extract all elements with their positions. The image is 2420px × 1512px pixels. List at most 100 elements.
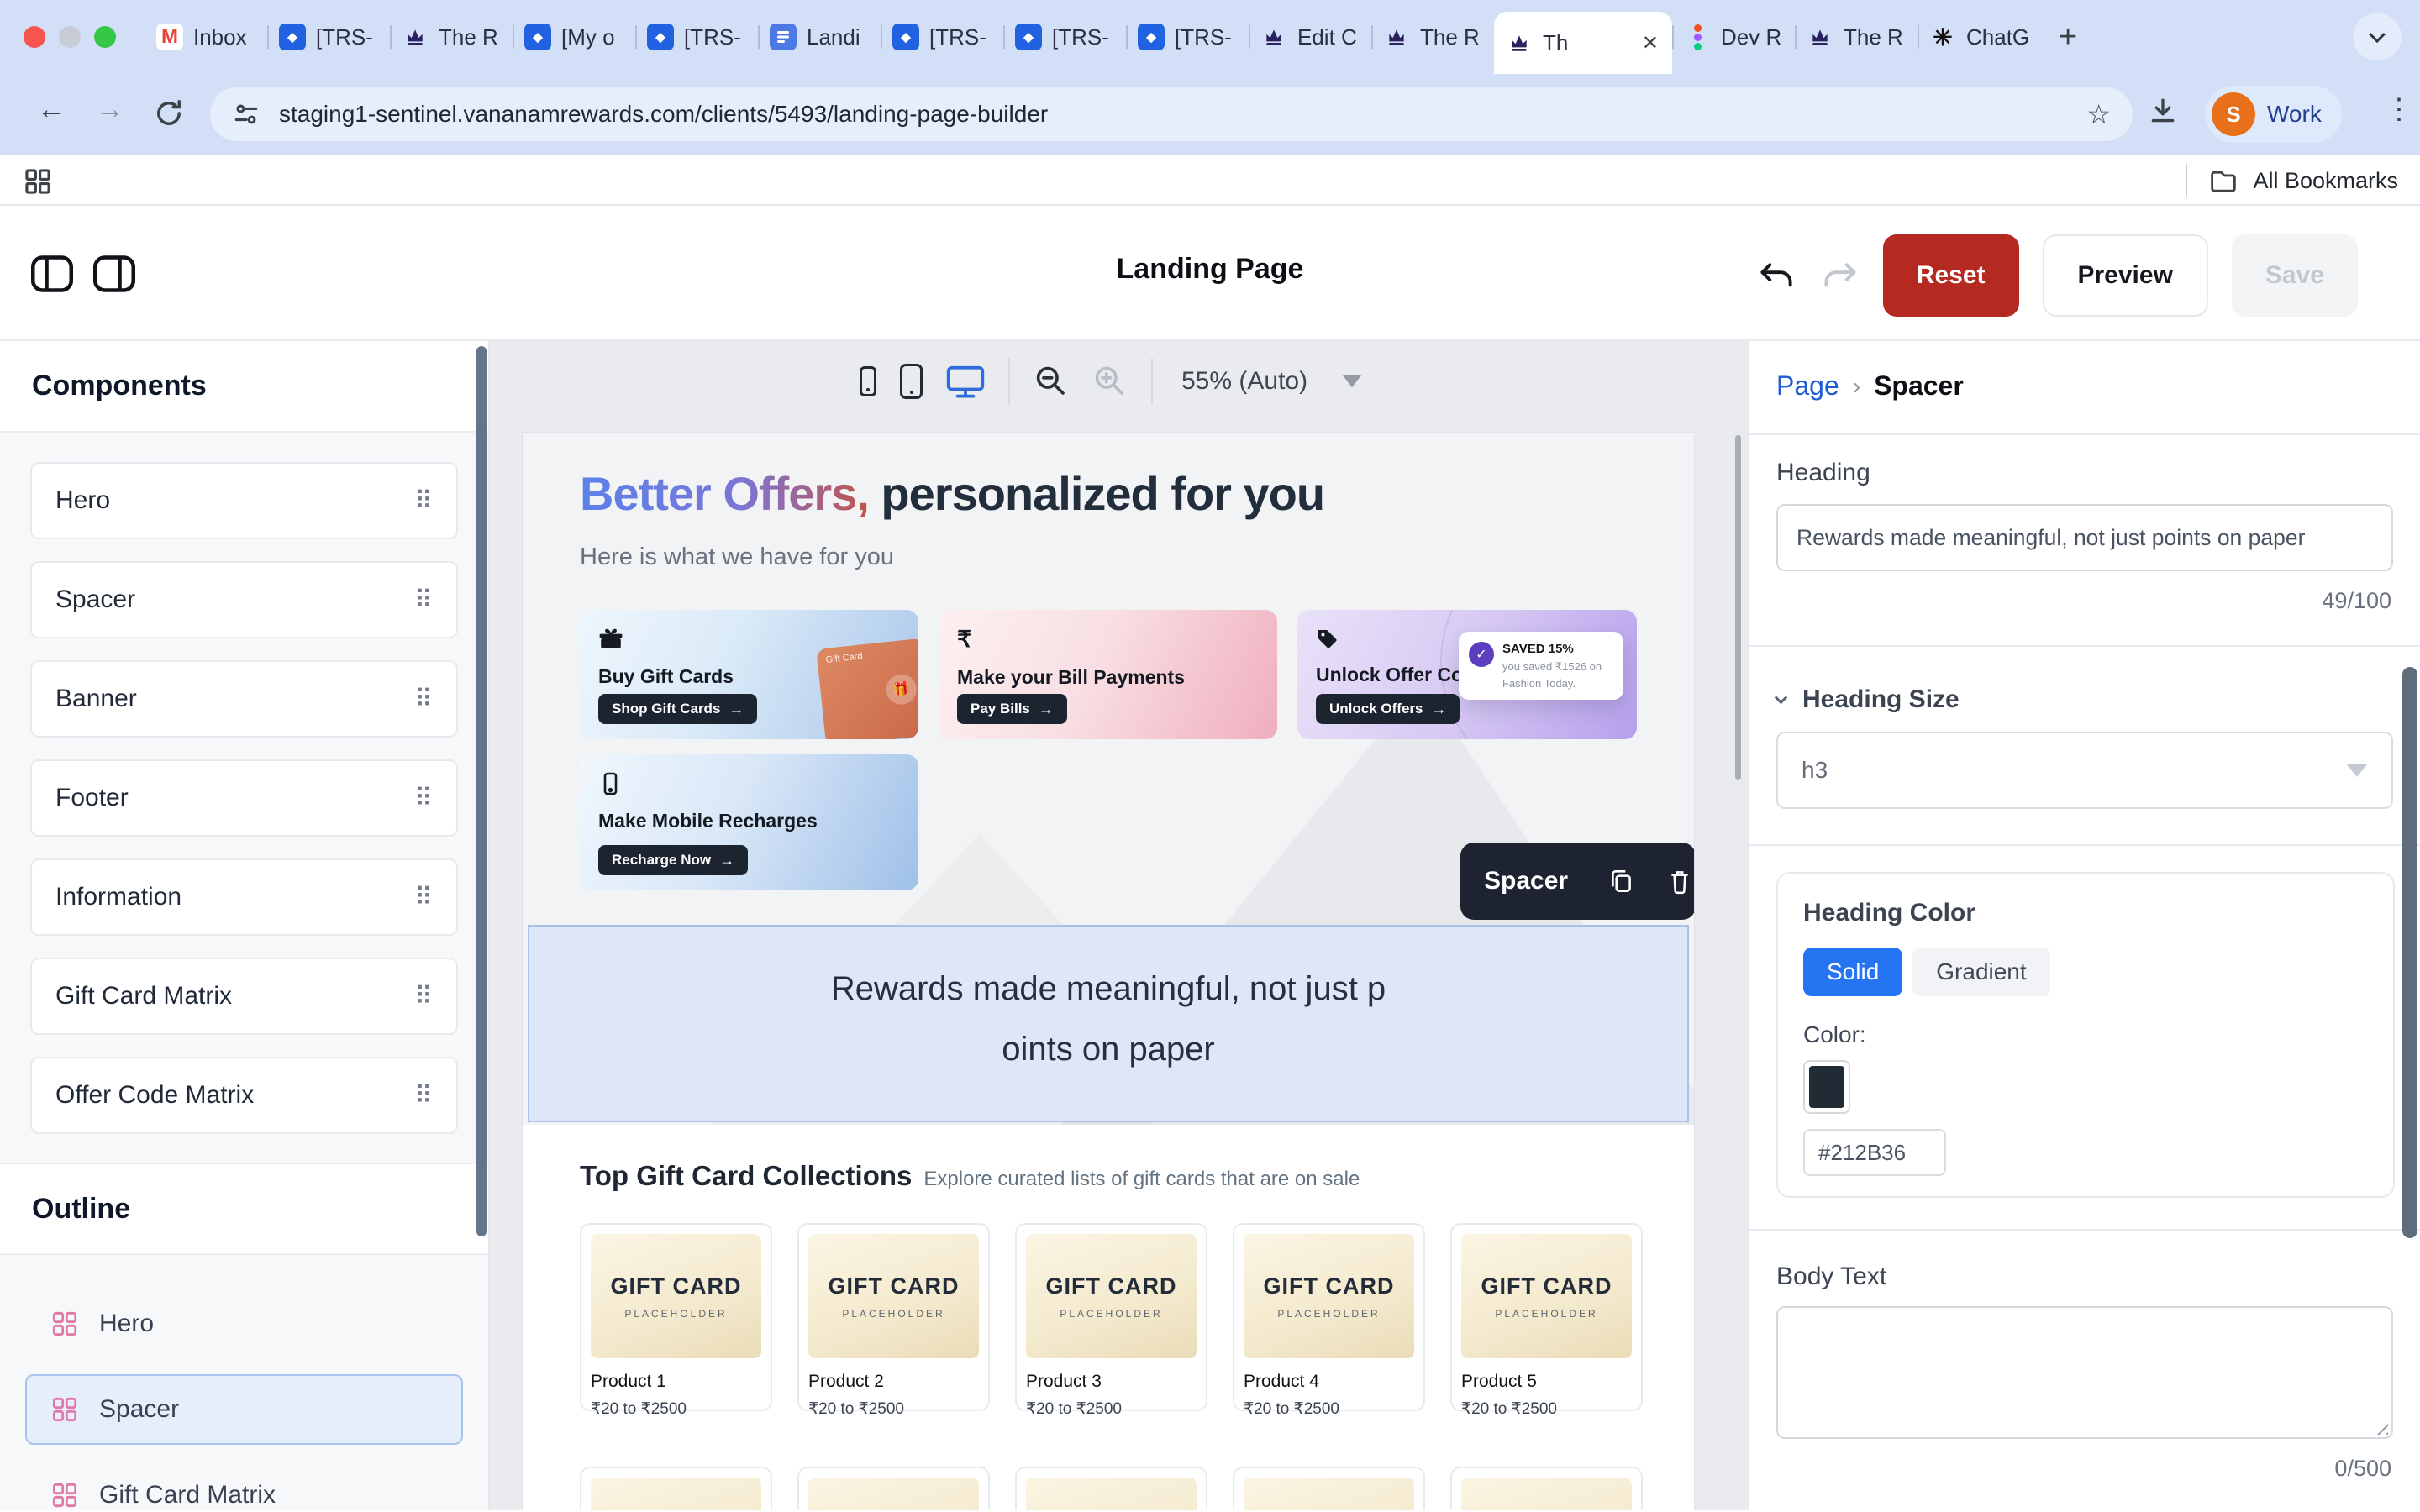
component-offer-code-matrix[interactable]: Offer Code Matrix ⠿ — [30, 1057, 458, 1134]
color-swatch[interactable] — [1803, 1060, 1850, 1114]
tab-label: [TRS- — [316, 24, 378, 50]
duplicate-icon[interactable] — [1591, 867, 1650, 895]
url-text[interactable]: staging1-sentinel.vananamrewards.com/cli… — [279, 101, 2086, 128]
tab-jira[interactable]: ◆ [TRS- — [1003, 0, 1126, 74]
back-button[interactable]: ← — [37, 93, 66, 126]
url-bar[interactable]: staging1-sentinel.vananamrewards.com/cli… — [210, 87, 2133, 141]
component-footer[interactable]: Footer ⠿ — [30, 759, 458, 837]
gradient-mode-button[interactable]: Gradient — [1912, 948, 2049, 996]
tab-rewards[interactable]: The R — [390, 0, 513, 74]
component-gift-card-matrix[interactable]: Gift Card Matrix ⠿ — [30, 958, 458, 1035]
sidebar-scrollbar[interactable] — [476, 346, 487, 1236]
tab-inbox[interactable]: M Inbox — [145, 0, 267, 74]
spacer-block-selected[interactable]: Rewards made meaningful, not just p oint… — [528, 925, 1689, 1122]
component-hero[interactable]: Hero ⠿ — [30, 462, 458, 539]
delete-icon[interactable] — [1650, 867, 1694, 895]
zoom-out-icon[interactable] — [1034, 364, 1069, 399]
body-text-input[interactable] — [1776, 1306, 2393, 1439]
tab-rewards[interactable]: The R — [1371, 0, 1494, 74]
mobile-view-icon[interactable] — [860, 366, 876, 396]
tune-icon[interactable] — [232, 100, 260, 129]
outline-item-gift-card-matrix[interactable]: Gift Card Matrix — [25, 1460, 463, 1512]
new-tab-button[interactable]: + — [2059, 19, 2077, 55]
bookmark-star-icon[interactable]: ☆ — [2086, 98, 2111, 130]
tab-landing[interactable]: Landi — [758, 0, 881, 74]
drag-handle-icon[interactable]: ⠿ — [414, 1081, 433, 1110]
profile-button[interactable]: S Work — [2205, 86, 2342, 143]
desktop-view-icon[interactable] — [946, 364, 985, 399]
tab-jira[interactable]: ◆ [TRS- — [881, 0, 1003, 74]
action-card-gift-cards[interactable]: Buy Gift Cards Gift Card 🎁 Shop Gift Car… — [580, 610, 918, 739]
minimize-window-button[interactable] — [59, 26, 81, 48]
heading-input[interactable] — [1776, 504, 2393, 571]
drag-handle-icon[interactable]: ⠿ — [414, 784, 433, 813]
breadcrumb-page-link[interactable]: Page — [1776, 370, 1839, 402]
hex-color-input[interactable] — [1803, 1129, 1946, 1176]
redo-icon[interactable] — [1821, 259, 1860, 292]
drag-handle-icon[interactable]: ⠿ — [414, 883, 433, 912]
reload-button[interactable] — [153, 97, 185, 129]
outline-item-spacer[interactable]: Spacer — [25, 1374, 463, 1445]
drag-handle-icon[interactable]: ⠿ — [414, 585, 433, 615]
save-button[interactable]: Save — [2232, 234, 2358, 317]
browser-toolbar: ← → staging1-sentinel.vananamrewards.com… — [0, 74, 2420, 155]
outline-item-hero[interactable]: Hero — [25, 1289, 463, 1359]
all-bookmarks-label[interactable]: All Bookmarks — [2253, 168, 2398, 194]
gift-card-product[interactable]: GIFT CARDPLACEHOLDER Product 1 ₹20 to ₹2… — [580, 1223, 772, 1411]
tab-figma[interactable]: Dev R — [1672, 0, 1795, 74]
undo-icon[interactable] — [1757, 259, 1796, 292]
zoom-dropdown-icon[interactable] — [1343, 375, 1361, 387]
apps-grid-icon[interactable] — [24, 167, 52, 196]
tab-label: [TRS- — [684, 24, 746, 50]
drag-handle-icon[interactable]: ⠿ — [414, 685, 433, 714]
zoom-in-icon[interactable] — [1092, 364, 1128, 399]
tab-jira[interactable]: ◆ [TRS- — [267, 0, 390, 74]
tab-active[interactable]: Th ✕ — [1494, 12, 1672, 74]
drag-handle-icon[interactable]: ⠿ — [414, 486, 433, 516]
window-scrollbar[interactable] — [2402, 667, 2417, 1238]
action-card-mobile-recharges[interactable]: Make Mobile Recharges Recharge Now→ — [580, 754, 918, 890]
gift-card-product[interactable]: GIFT CARDPLACEHOLDER Product 2 ₹20 to ₹2… — [797, 1223, 990, 1411]
gift-card-product[interactable]: GIFT CARDPLACEHOLDER Product 5 ₹20 to ₹2… — [1450, 1223, 1643, 1411]
canvas-scrollbar[interactable] — [1735, 435, 1741, 780]
download-icon[interactable] — [2148, 96, 2178, 126]
unlock-offers-button[interactable]: Unlock Offers→ — [1316, 694, 1460, 724]
recharge-now-button[interactable]: Recharge Now→ — [598, 845, 748, 875]
gift-card-product[interactable]: GIFT CARDPLACEHOLDER Product 4 ₹20 to ₹2… — [1233, 1223, 1425, 1411]
shop-gift-cards-button[interactable]: Shop Gift Cards→ — [598, 694, 757, 724]
tab-chatgpt[interactable]: ✳ ChatG — [1918, 0, 2040, 74]
gift-card-product[interactable]: GIFT CARDPLACEHOLDER Product 3 ₹20 to ₹2… — [1015, 1223, 1207, 1411]
tab-search-button[interactable] — [2353, 13, 2402, 60]
divider — [1749, 645, 2420, 647]
action-card-bill-payments[interactable]: ₹ Make your Bill Payments Pay Bills→ — [939, 610, 1277, 739]
tab-jira[interactable]: ◆ [My o — [513, 0, 635, 74]
window-controls[interactable] — [24, 26, 116, 48]
tab-edit[interactable]: Edit C — [1249, 0, 1371, 74]
close-tab-icon[interactable]: ✕ — [1640, 31, 1660, 55]
component-spacer[interactable]: Spacer ⠿ — [30, 561, 458, 638]
zoom-window-button[interactable] — [94, 26, 116, 48]
gift-card-product-partial[interactable] — [580, 1467, 772, 1510]
tablet-view-icon[interactable] — [900, 364, 923, 399]
forward-button[interactable]: → — [96, 93, 124, 126]
close-window-button[interactable] — [24, 26, 45, 48]
zoom-level-label[interactable]: 55% (Auto) — [1181, 367, 1307, 396]
gift-card-product-partial[interactable] — [1015, 1467, 1207, 1510]
action-card-offer-codes[interactable]: Unlock Offer Codes ✓ SAVED 15% you saved… — [1297, 610, 1637, 739]
heading-size-select[interactable]: h3 — [1776, 732, 2393, 809]
tab-jira[interactable]: ◆ [TRS- — [635, 0, 758, 74]
tab-rewards[interactable]: The R — [1795, 0, 1918, 74]
browser-menu-icon[interactable]: ⋮ — [2385, 92, 2413, 126]
solid-mode-button[interactable]: Solid — [1803, 948, 1902, 996]
reset-button[interactable]: Reset — [1883, 234, 2019, 317]
component-information[interactable]: Information ⠿ — [30, 858, 458, 936]
preview-button[interactable]: Preview — [2043, 234, 2208, 317]
gift-card-product-partial[interactable] — [1450, 1467, 1643, 1510]
pay-bills-button[interactable]: Pay Bills→ — [957, 694, 1067, 724]
gift-card-product-partial[interactable] — [797, 1467, 990, 1510]
component-banner[interactable]: Banner ⠿ — [30, 660, 458, 738]
heading-size-toggle[interactable]: Heading Size — [1776, 685, 1960, 714]
drag-handle-icon[interactable]: ⠿ — [414, 982, 433, 1011]
gift-card-product-partial[interactable] — [1233, 1467, 1425, 1510]
tab-jira[interactable]: ◆ [TRS- — [1126, 0, 1249, 74]
